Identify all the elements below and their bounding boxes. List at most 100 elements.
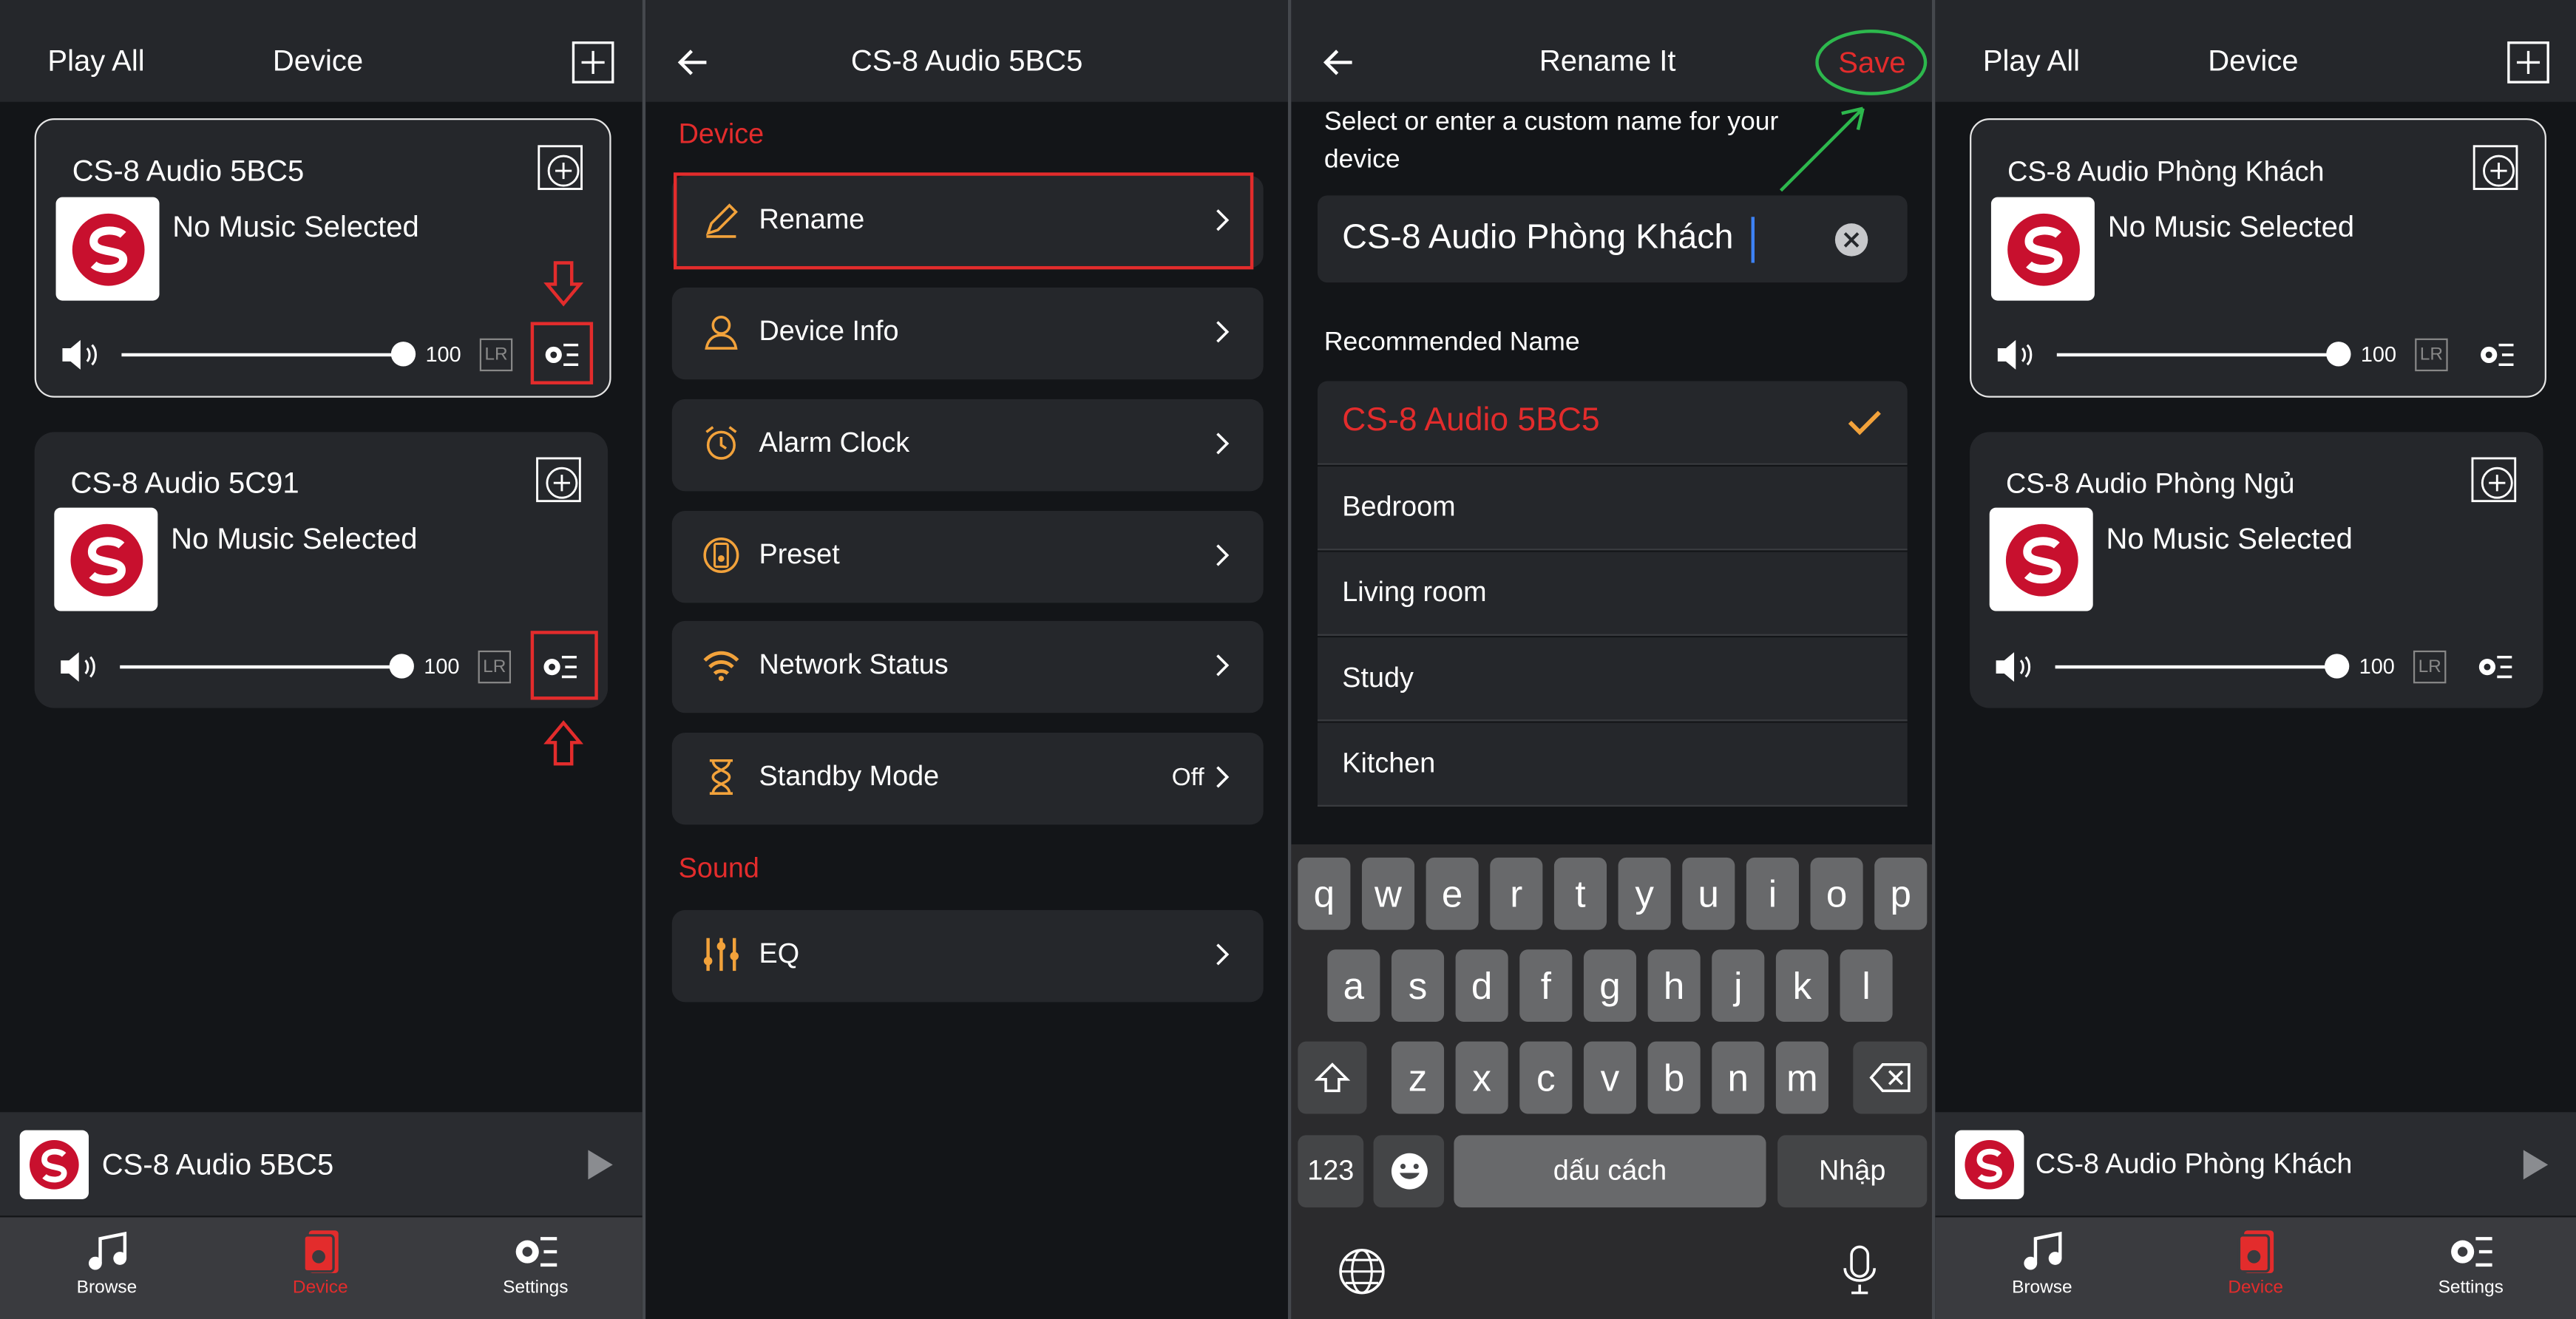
key-j[interactable]: j bbox=[1712, 949, 1765, 1023]
lr-channel-button[interactable]: LR bbox=[478, 650, 512, 684]
tab-browse[interactable]: Browse bbox=[24, 1217, 189, 1319]
device-name-input[interactable]: CS-8 Audio Phòng Khách bbox=[1317, 195, 1908, 283]
hourglass-icon bbox=[709, 759, 733, 795]
volume-slider[interactable] bbox=[2056, 353, 2339, 357]
device-card[interactable]: CS-8 Audio Phòng Khách No Music Selected… bbox=[1970, 118, 2546, 398]
volume-slider[interactable] bbox=[2055, 665, 2338, 669]
row-eq[interactable]: EQ bbox=[671, 909, 1264, 1003]
key-a[interactable]: a bbox=[1327, 949, 1380, 1023]
key-n[interactable]: n bbox=[1712, 1041, 1765, 1114]
add-to-group-button[interactable] bbox=[2471, 457, 2517, 503]
lr-channel-button[interactable]: LR bbox=[2413, 650, 2447, 684]
speaker-volume-icon[interactable] bbox=[1993, 649, 2036, 685]
tab-label: Settings bbox=[2438, 1278, 2504, 1298]
lr-channel-button[interactable]: LR bbox=[479, 338, 513, 372]
chevron-right-icon bbox=[1216, 321, 1230, 343]
mini-player[interactable]: CS-8 Audio 5BC5 bbox=[0, 1112, 643, 1216]
row-standby-mode[interactable]: Standby Mode Off bbox=[671, 732, 1264, 825]
key-i[interactable]: i bbox=[1746, 857, 1799, 930]
key-c[interactable]: c bbox=[1519, 1041, 1573, 1114]
volume-value: 100 bbox=[2359, 654, 2395, 679]
key-b[interactable]: b bbox=[1647, 1041, 1701, 1114]
speaker-volume-icon[interactable] bbox=[58, 649, 101, 685]
save-highlight-ellipse bbox=[1815, 29, 1928, 95]
key-g[interactable]: g bbox=[1583, 949, 1637, 1023]
tab-settings[interactable]: Settings bbox=[453, 1217, 617, 1319]
row-network-status[interactable]: Network Status bbox=[671, 620, 1264, 713]
now-playing-device: CS-8 Audio Phòng Khách bbox=[2035, 1148, 2353, 1180]
device-settings-button[interactable] bbox=[2475, 335, 2515, 374]
enter-key[interactable]: Nhập bbox=[1777, 1135, 1928, 1208]
volume-slider[interactable] bbox=[121, 353, 404, 357]
speaker-volume-icon[interactable] bbox=[59, 336, 102, 373]
recommended-item[interactable]: Living room bbox=[1317, 552, 1908, 636]
play-icon[interactable] bbox=[585, 1148, 614, 1181]
key-w[interactable]: w bbox=[1361, 857, 1415, 930]
tab-browse[interactable]: Browse bbox=[1960, 1217, 2124, 1319]
add-group-button[interactable] bbox=[572, 41, 614, 84]
back-arrow-icon[interactable] bbox=[1323, 47, 1355, 77]
tab-settings[interactable]: Settings bbox=[2389, 1217, 2553, 1319]
recommended-item[interactable]: Study bbox=[1317, 637, 1908, 722]
globe-icon[interactable] bbox=[1338, 1247, 1387, 1296]
device-card[interactable]: CS-8 Audio 5BC5 No Music Selected 100 LR bbox=[34, 118, 611, 398]
add-to-group-button[interactable] bbox=[2472, 145, 2518, 191]
tab-device[interactable]: Device bbox=[238, 1217, 402, 1319]
volume-slider-thumb[interactable] bbox=[2326, 342, 2351, 367]
play-all-button[interactable]: Play All bbox=[1983, 44, 2080, 79]
volume-slider-thumb[interactable] bbox=[2324, 654, 2350, 679]
add-to-group-button[interactable] bbox=[535, 457, 581, 503]
speaker-volume-icon[interactable] bbox=[1994, 336, 2037, 373]
key-l[interactable]: l bbox=[1840, 949, 1893, 1023]
device-card[interactable]: CS-8 Audio Phòng Ngủ No Music Selected 1… bbox=[1970, 432, 2543, 708]
row-preset[interactable]: Preset bbox=[671, 511, 1264, 603]
key-d[interactable]: d bbox=[1455, 949, 1508, 1023]
add-circle-icon bbox=[538, 145, 583, 190]
recommended-item-selected[interactable]: CS-8 Audio 5BC5 bbox=[1317, 381, 1908, 465]
clear-input-icon[interactable] bbox=[1834, 222, 1870, 258]
row-device-info[interactable]: Device Info bbox=[671, 287, 1264, 380]
space-key[interactable]: dấu cách bbox=[1454, 1135, 1766, 1208]
key-f[interactable]: f bbox=[1519, 949, 1573, 1023]
tab-label: Device bbox=[292, 1278, 348, 1298]
key-x[interactable]: x bbox=[1455, 1041, 1508, 1114]
device-name: CS-8 Audio Phòng Khách bbox=[2007, 156, 2325, 188]
key-h[interactable]: h bbox=[1647, 949, 1701, 1023]
key-s[interactable]: s bbox=[1391, 949, 1445, 1023]
lr-channel-button[interactable]: LR bbox=[2415, 338, 2448, 372]
highlight-box bbox=[530, 322, 594, 384]
shift-key[interactable] bbox=[1298, 1041, 1367, 1114]
row-alarm-clock[interactable]: Alarm Clock bbox=[671, 399, 1264, 492]
recommended-item[interactable]: Bedroom bbox=[1317, 467, 1908, 551]
key-p[interactable]: p bbox=[1874, 857, 1928, 930]
key-y[interactable]: y bbox=[1618, 857, 1671, 930]
play-icon[interactable] bbox=[2520, 1148, 2549, 1181]
key-u[interactable]: u bbox=[1682, 857, 1735, 930]
header: Rename It Save bbox=[1291, 0, 1934, 102]
recommended-item[interactable]: Kitchen bbox=[1317, 722, 1908, 807]
key-r[interactable]: r bbox=[1490, 857, 1543, 930]
emoji-key[interactable] bbox=[1373, 1135, 1445, 1208]
key-v[interactable]: v bbox=[1583, 1041, 1637, 1114]
add-circle-icon bbox=[2472, 145, 2518, 190]
add-to-group-button[interactable] bbox=[538, 145, 583, 191]
device-settings-button[interactable] bbox=[2474, 647, 2513, 686]
key-q[interactable]: q bbox=[1298, 857, 1351, 930]
key-e[interactable]: e bbox=[1426, 857, 1479, 930]
volume-slider[interactable] bbox=[120, 665, 403, 669]
volume-slider-thumb[interactable] bbox=[389, 654, 414, 679]
key-t[interactable]: t bbox=[1553, 857, 1607, 930]
key-m[interactable]: m bbox=[1775, 1041, 1828, 1114]
key-o[interactable]: o bbox=[1810, 857, 1863, 930]
mini-player[interactable]: CS-8 Audio Phòng Khách bbox=[1935, 1112, 2576, 1216]
key-z[interactable]: z bbox=[1391, 1041, 1445, 1114]
add-group-button[interactable] bbox=[2507, 41, 2550, 84]
key-k[interactable]: k bbox=[1775, 949, 1828, 1023]
backspace-key[interactable] bbox=[1853, 1041, 1928, 1114]
microphone-icon[interactable] bbox=[1840, 1244, 1880, 1296]
numbers-key[interactable]: 123 bbox=[1298, 1135, 1364, 1208]
device-card[interactable]: CS-8 Audio 5C91 No Music Selected 100 LR bbox=[34, 432, 609, 708]
volume-slider-thumb[interactable] bbox=[390, 342, 416, 367]
tab-device[interactable]: Device bbox=[2174, 1217, 2338, 1319]
play-all-button[interactable]: Play All bbox=[47, 44, 144, 79]
